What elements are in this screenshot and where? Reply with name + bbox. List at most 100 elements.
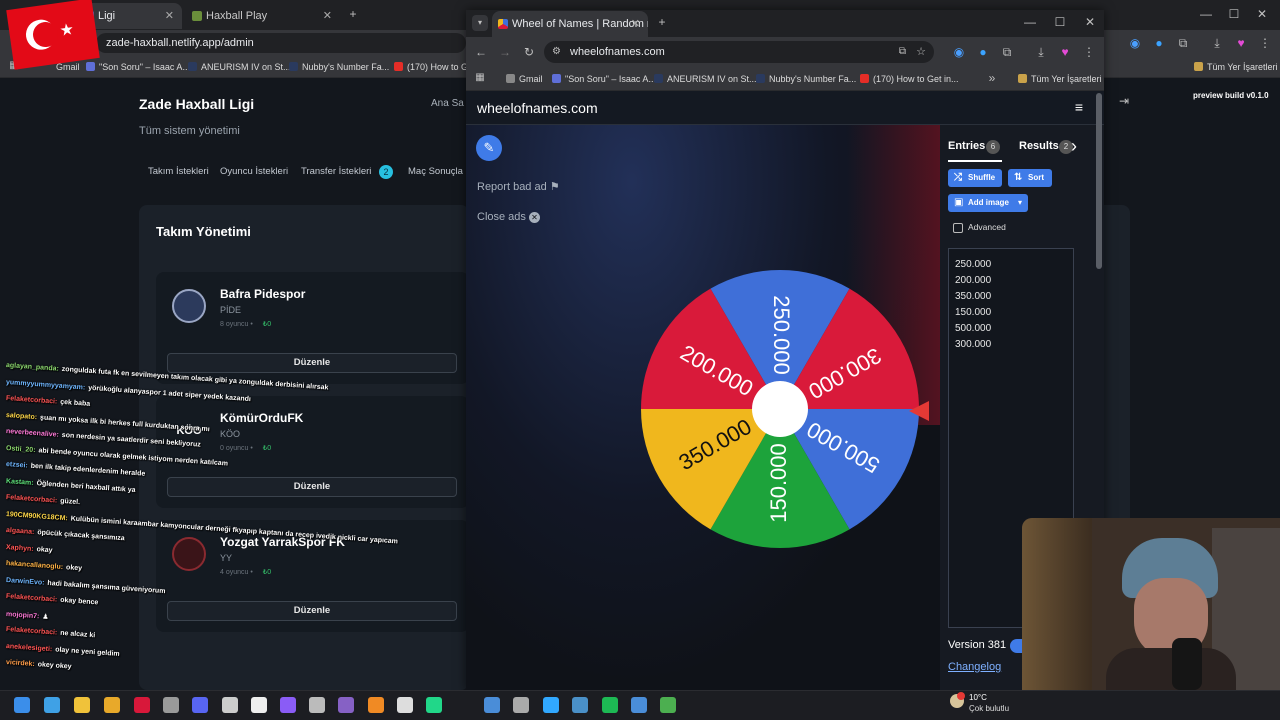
copilot-icon[interactable]	[44, 697, 60, 713]
file-explorer-icon[interactable]	[74, 697, 90, 713]
chat-text: şuan mı yoksa ilk bi herkes full kurdukt…	[39, 413, 210, 433]
visual-studio-icon[interactable]	[338, 697, 354, 713]
maximize-window-icon[interactable]: ☐	[1226, 7, 1242, 21]
opera-icon[interactable]	[134, 697, 150, 713]
bookmark-star-icon[interactable]: ☆	[916, 41, 926, 63]
all-bookmarks[interactable]: Tüm Yer İşaretleri	[1018, 68, 1102, 90]
logout-icon[interactable]: ⇥	[1117, 94, 1131, 108]
bg-bookmark-son-soru[interactable]: "Son Soru" – Isaac A...	[86, 56, 190, 78]
admin-user-link[interactable]: Ana Sa	[431, 98, 464, 109]
profile-icon[interactable]: ♥	[1234, 36, 1248, 50]
minimize-window-icon[interactable]: —	[1198, 7, 1214, 21]
translate-icon[interactable]: ⧉	[899, 41, 906, 63]
apps-grid-icon[interactable]: ▦	[474, 72, 486, 83]
extension-icon[interactable]: ●	[976, 45, 990, 59]
linear-icon[interactable]	[631, 697, 647, 713]
nav-transfer-requests[interactable]: Transfer İstekleri	[301, 166, 371, 177]
site-name[interactable]: wheelofnames.com	[477, 100, 598, 116]
shuffle-button[interactable]: ⤮ Shuffle	[948, 169, 1002, 187]
bg-url-field[interactable]: zade-haxball.netlify.app/admin	[96, 33, 466, 53]
unreal-icon[interactable]	[251, 697, 267, 713]
changelog-link[interactable]: Changelog	[948, 661, 1001, 673]
maximize-window-icon[interactable]: ☐	[1052, 15, 1068, 29]
obs-icon[interactable]	[222, 697, 238, 713]
unity-icon[interactable]	[309, 697, 325, 713]
chrome-icon[interactable]	[104, 697, 120, 713]
download-icon[interactable]: ⤓	[1034, 45, 1048, 60]
discord-icon[interactable]	[192, 697, 208, 713]
profile-icon[interactable]: ♥	[1058, 45, 1072, 59]
close-window-icon[interactable]: ✕	[1082, 15, 1098, 29]
advanced-checkbox[interactable]	[953, 223, 963, 233]
site-info-icon[interactable]: ⚙	[552, 41, 561, 63]
reload-icon[interactable]: ↻	[522, 45, 536, 59]
report-bad-ad-link[interactable]: Report bad ad ⚑	[477, 180, 560, 193]
weather-temp[interactable]: 10°C	[969, 693, 987, 702]
nav-team-requests[interactable]: Takım İstekleri	[148, 166, 209, 177]
new-tab-plus-icon[interactable]: +	[345, 7, 361, 21]
close-ads-link[interactable]: Close ads ✕	[477, 211, 540, 223]
extension-icon[interactable]: ◉	[952, 45, 966, 59]
menu-dots-icon[interactable]: ⋮	[1258, 36, 1272, 50]
steam-icon[interactable]	[572, 697, 588, 713]
capcut-icon[interactable]	[397, 697, 413, 713]
sort-button[interactable]: ⇅ Sort	[1008, 169, 1052, 187]
collapse-chevron-icon[interactable]: ›	[1066, 136, 1082, 157]
results-tab-label: Results	[1019, 140, 1059, 152]
chat-message: DarwinEvo: hadi bakalım şansıma güveniyor…	[6, 577, 166, 595]
bg-tab-haxball[interactable]: Haxball Play ✕	[186, 3, 340, 29]
nav-match-results[interactable]: Maç Sonuçla	[408, 166, 463, 177]
bg-bookmark-youtube[interactable]: (170) How to Get	[394, 56, 476, 78]
extensions-puzzle-icon[interactable]: ⧉	[1000, 45, 1014, 60]
nav-player-requests[interactable]: Oyuncu İstekleri	[220, 166, 288, 177]
close-tab-icon[interactable]: ✕	[323, 3, 332, 29]
photoshop-icon[interactable]	[543, 697, 559, 713]
fresco-icon[interactable]	[484, 697, 500, 713]
close-tab-icon[interactable]: ✕	[631, 11, 640, 37]
add-image-button[interactable]: ▣ Add image ▾	[948, 194, 1028, 212]
bookmark-youtube[interactable]: (170) How to Get in...	[860, 68, 959, 90]
close-window-icon[interactable]: ✕	[1254, 7, 1270, 21]
entries-tab-label: Entries	[948, 140, 986, 152]
new-tab-plus-icon[interactable]: +	[654, 15, 670, 29]
bookmark-nubby[interactable]: Nubby's Number Fa...	[756, 68, 856, 90]
front-tab-strip: ▾ Wheel of Names | Random nan ✕ + — ☐ ✕	[466, 10, 1104, 37]
extension-icon[interactable]: ●	[1152, 36, 1166, 50]
inkscape-icon[interactable]	[513, 697, 529, 713]
github-icon[interactable]	[280, 697, 296, 713]
bookmark-son-soru[interactable]: "Son Soru" – Isaac A...	[552, 68, 656, 90]
windows-start-icon[interactable]	[14, 697, 30, 713]
close-tab-icon[interactable]: ✕	[165, 3, 174, 29]
hamburger-menu-icon[interactable]: ≡	[1072, 99, 1086, 115]
edit-pencil-icon[interactable]: ✎	[476, 135, 502, 161]
xbox-icon[interactable]	[660, 697, 676, 713]
shuffle-label: Shuffle	[968, 173, 996, 182]
extensions-puzzle-icon[interactable]: ⧉	[1176, 36, 1190, 51]
menu-dots-icon[interactable]: ⋮	[1082, 45, 1096, 59]
bg-bookmark-nubby[interactable]: Nubby's Number Fa...	[289, 56, 389, 78]
bookmark-gmail[interactable]: Gmail	[506, 68, 543, 90]
chat-text: ♟	[42, 613, 49, 621]
github-desktop-icon[interactable]	[163, 697, 179, 713]
team-code: PİDE	[220, 305, 242, 315]
entries-tab[interactable]: Entries 6	[948, 140, 1002, 162]
forward-arrow-icon[interactable]: →	[498, 45, 512, 59]
bg-all-bookmarks[interactable]: Tüm Yer İşaretleri	[1194, 56, 1278, 78]
back-arrow-icon[interactable]: ←	[474, 45, 488, 59]
wheel-center-hub[interactable]	[752, 381, 808, 437]
bg-bookmark-aneurism[interactable]: ANEURISM IV on St...	[188, 56, 291, 78]
page-scrollbar[interactable]	[1096, 93, 1102, 269]
front-tab-wheel[interactable]: Wheel of Names | Random nan ✕	[492, 11, 648, 37]
extension-icon[interactable]: ◉	[1128, 36, 1142, 50]
front-url-field[interactable]: ⚙ wheelofnames.com ⧉ ☆	[544, 41, 934, 63]
download-icon[interactable]: ⤓	[1210, 36, 1224, 51]
spinning-wheel[interactable]: 250.000 300.000500.000150.000350.000200.0…	[640, 269, 930, 553]
minimize-window-icon[interactable]: —	[1022, 15, 1038, 29]
bookmark-aneurism[interactable]: ANEURISM IV on St...	[654, 68, 757, 90]
weather-desc[interactable]: Çok bulutlu	[969, 704, 1009, 713]
more-bookmarks-chevron-icon[interactable]: »	[986, 71, 998, 85]
blender-icon[interactable]	[368, 697, 384, 713]
tab-search-icon[interactable]: ▾	[472, 15, 488, 31]
pycharm-icon[interactable]	[426, 697, 442, 713]
spotify-icon[interactable]	[602, 697, 618, 713]
